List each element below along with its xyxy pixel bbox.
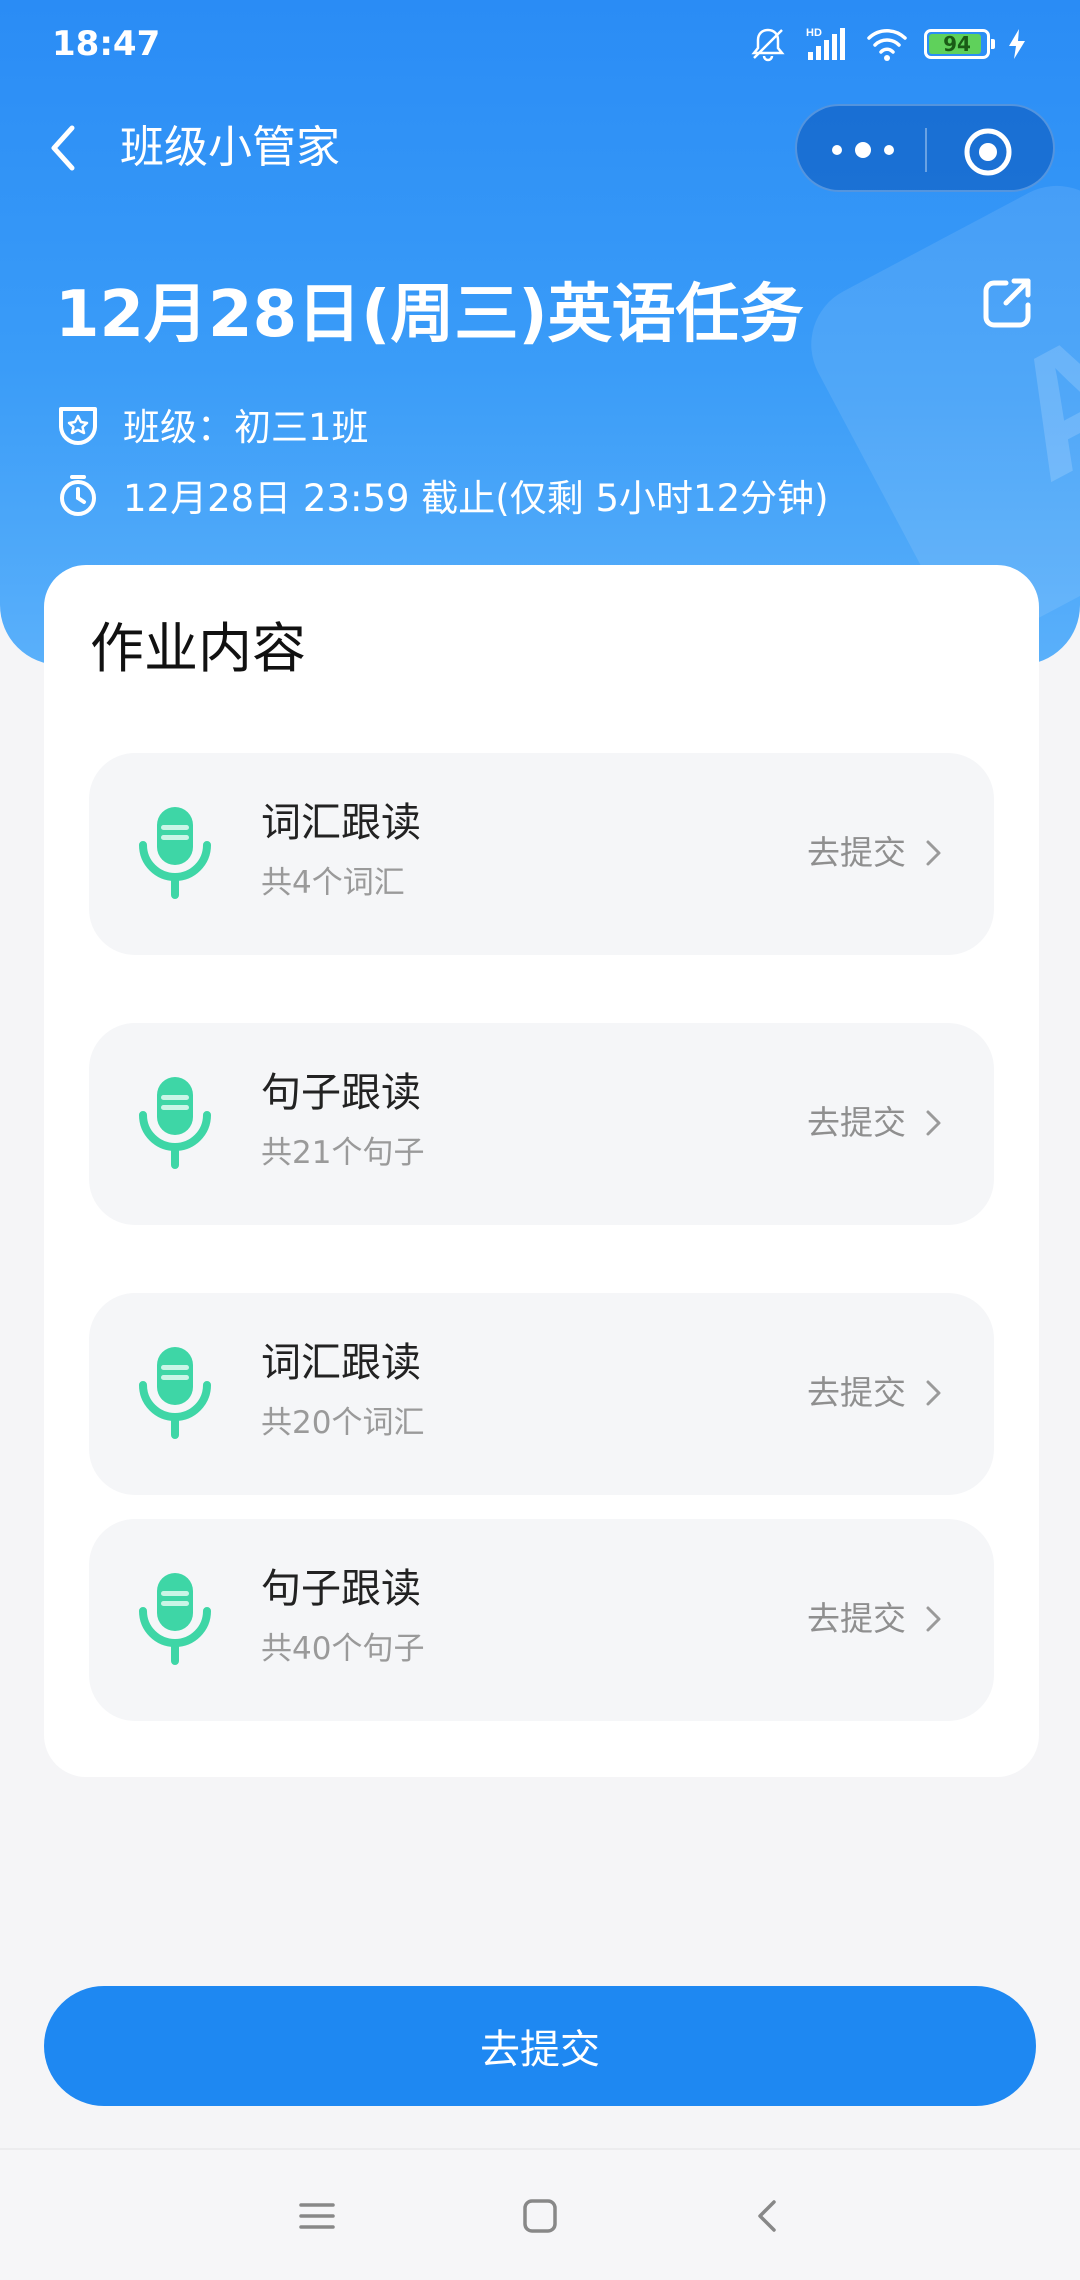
more-dots-icon — [832, 142, 894, 158]
target-circle-icon — [964, 128, 1012, 176]
microphone-icon — [139, 1573, 211, 1665]
charging-icon — [1009, 29, 1025, 59]
share-icon — [983, 278, 1031, 328]
chevron-right-icon — [926, 1380, 941, 1406]
deadline-info: 12月28日 23:59 截止(仅剩 5小时12分钟) — [55, 468, 829, 522]
status-time: 18:47 — [52, 24, 161, 64]
nav-bar: 班级小管家 — [0, 100, 1080, 196]
task-item-action-label: 去提交 — [807, 1103, 906, 1142]
menu-icon[interactable] — [295, 2194, 339, 2238]
home-square-icon[interactable] — [518, 2194, 562, 2238]
task-item-name: 词汇跟读 — [261, 1340, 421, 1386]
task-item-vocab-1[interactable]: 词汇跟读 共4个词汇 去提交 — [89, 753, 994, 955]
back-triangle-icon[interactable] — [746, 2194, 790, 2238]
system-navigation-bar — [0, 2148, 1080, 2280]
status-icons: HD 94 — [748, 24, 1028, 64]
task-item-submit-link[interactable]: 去提交 — [807, 1597, 946, 1641]
homework-content-card: 作业内容 词汇跟读 共4个词汇 去提交 句子跟读 共21个句子 去提交 词汇跟读… — [44, 565, 1039, 1777]
task-item-submit-link[interactable]: 去提交 — [807, 1101, 946, 1145]
back-button[interactable] — [38, 118, 98, 178]
more-button[interactable] — [825, 130, 901, 170]
section-title: 作业内容 — [90, 617, 306, 680]
battery-icon: 94 — [924, 29, 995, 59]
status-bar: 18:47 HD 94 — [0, 0, 1080, 88]
microphone-icon — [139, 1347, 211, 1439]
chevron-left-icon — [51, 125, 75, 171]
task-item-count: 共20个词汇 — [261, 1405, 425, 1441]
wifi-icon — [867, 29, 907, 61]
close-mini-program-button[interactable] — [962, 126, 1014, 178]
class-info: 班级：初三1班 — [55, 397, 369, 451]
task-item-action-label: 去提交 — [807, 1599, 906, 1638]
submit-button[interactable]: 去提交 — [44, 1986, 1036, 2106]
task-item-action-label: 去提交 — [807, 1373, 906, 1412]
stopwatch-icon — [60, 475, 96, 516]
task-title: 12月28日(周三)英语任务 — [55, 278, 804, 352]
task-item-submit-link[interactable]: 去提交 — [807, 831, 946, 875]
task-item-count: 共4个词汇 — [261, 865, 405, 901]
task-item-sentence-2[interactable]: 句子跟读 共40个句子 去提交 — [89, 1519, 994, 1721]
share-button[interactable] — [980, 275, 1036, 331]
hd-signal-icon: HD — [806, 27, 845, 60]
task-item-action-label: 去提交 — [807, 833, 906, 872]
deadline-label: 12月28日 23:59 截止(仅剩 5小时12分钟) — [123, 477, 829, 520]
page-title: 班级小管家 — [120, 122, 340, 173]
task-item-count: 共40个句子 — [261, 1631, 425, 1667]
chevron-right-icon — [926, 1606, 941, 1632]
task-item-name: 词汇跟读 — [261, 800, 421, 846]
capsule-divider — [925, 128, 927, 172]
task-item-count: 共21个句子 — [261, 1135, 425, 1171]
class-label: 班级：初三1班 — [123, 406, 369, 449]
chevron-right-icon — [926, 840, 941, 866]
microphone-icon — [139, 807, 211, 899]
task-item-vocab-2[interactable]: 词汇跟读 共20个词汇 去提交 — [89, 1293, 994, 1495]
task-item-name: 句子跟读 — [261, 1566, 421, 1612]
mute-bell-icon — [751, 28, 785, 62]
class-badge-icon — [59, 407, 97, 446]
mini-program-capsule — [795, 104, 1055, 192]
battery-level: 94 — [943, 32, 971, 56]
task-item-name: 句子跟读 — [261, 1070, 421, 1116]
task-item-submit-link[interactable]: 去提交 — [807, 1371, 946, 1415]
microphone-icon — [139, 1077, 211, 1169]
chevron-right-icon — [926, 1110, 941, 1136]
svg-text:HD: HD — [806, 27, 822, 39]
task-item-sentence-1[interactable]: 句子跟读 共21个句子 去提交 — [89, 1023, 994, 1225]
